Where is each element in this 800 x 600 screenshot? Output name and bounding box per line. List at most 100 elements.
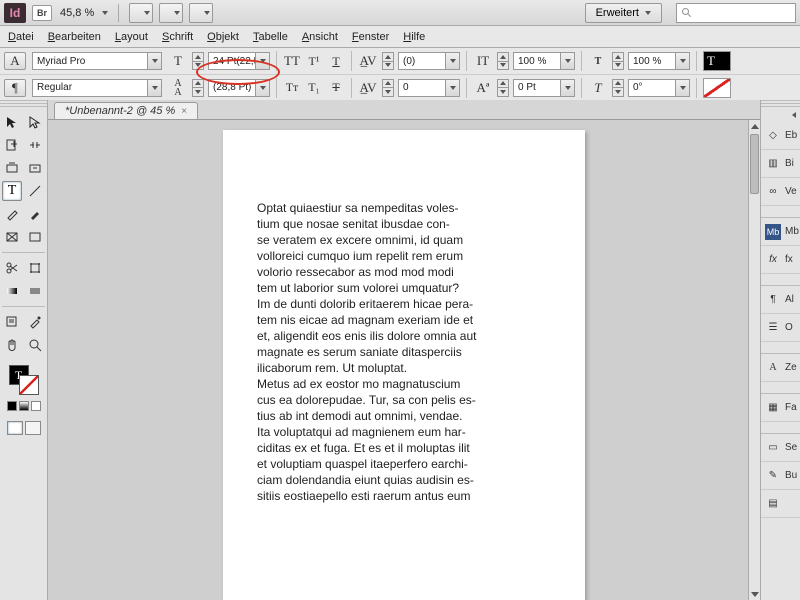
leading-combo[interactable]: (28,8 Pt) (208, 79, 270, 97)
line-tool[interactable] (25, 181, 45, 201)
menu-datei[interactable]: Datei (8, 31, 34, 43)
free-transform-tool[interactable] (25, 258, 45, 278)
font-family-combo[interactable]: Myriad Pro (32, 52, 162, 70)
leading-spinner[interactable] (192, 79, 204, 97)
zoom-tool[interactable] (25, 335, 45, 355)
screen-mode-button[interactable] (159, 3, 183, 23)
panel-handle[interactable] (761, 100, 800, 108)
default-colors[interactable] (7, 401, 41, 411)
kerning-spinner[interactable] (382, 52, 394, 70)
type-tool[interactable]: T (2, 181, 22, 201)
zoom-level[interactable]: 45,8 % (58, 7, 96, 19)
chevron-down-icon[interactable] (102, 11, 108, 15)
content-collector-tool[interactable] (2, 158, 22, 178)
text-stroke-swatch[interactable] (703, 78, 731, 98)
para-toggle-button[interactable]: ¶ (4, 79, 26, 97)
vscale-combo[interactable]: 100 % (628, 52, 690, 70)
text-fill-swatch[interactable]: T (703, 51, 731, 71)
menu-ansicht[interactable]: Ansicht (302, 31, 338, 43)
gap-tool[interactable] (25, 135, 45, 155)
gradient-swatch-tool[interactable] (2, 281, 22, 301)
panel-pages[interactable]: ▭Se (761, 434, 800, 462)
eyedropper-tool[interactable] (25, 312, 45, 332)
hscale-spinner[interactable] (497, 52, 509, 70)
menu-bearbeiten[interactable]: Bearbeiten (48, 31, 101, 43)
font-style-combo[interactable]: Regular (32, 79, 162, 97)
menu-hilfe[interactable]: Hilfe (403, 31, 425, 43)
panel-handle[interactable] (0, 100, 47, 108)
body-text[interactable]: Optat quiaestiur sa nempeditas voles- ti… (257, 200, 551, 504)
skew-spinner[interactable] (612, 79, 624, 97)
selection-tool[interactable] (2, 112, 22, 132)
underline-button[interactable]: T (327, 52, 345, 70)
scroll-down-button[interactable] (749, 588, 760, 600)
panel-label: Eb (785, 130, 797, 141)
search-input[interactable] (676, 3, 796, 23)
panel-styles[interactable]: ✎Bu (761, 462, 800, 490)
close-tab-icon[interactable]: × (181, 106, 187, 117)
char-toggle-button[interactable]: A (4, 52, 26, 70)
baseline-spinner[interactable] (497, 79, 509, 97)
panel-images[interactable]: ▥Bi (761, 150, 800, 178)
font-size-icon: T (168, 52, 188, 70)
font-size-combo[interactable]: 24 Pt(22,5 (208, 52, 270, 70)
allcaps-button[interactable]: TT (283, 52, 301, 70)
arrange-docs-button[interactable] (189, 3, 213, 23)
panel-swatches[interactable]: ▤ (761, 490, 800, 518)
view-options-button[interactable] (129, 3, 153, 23)
note-tool[interactable] (2, 312, 22, 332)
document-tab[interactable]: *Unbenannt-2 @ 45 % × (54, 102, 198, 119)
scroll-thumb[interactable] (750, 134, 759, 194)
bridge-button[interactable]: Br (32, 5, 52, 21)
panel-divider (761, 274, 800, 286)
panel-mini-bridge[interactable]: MbMb (761, 218, 800, 246)
scroll-up-button[interactable] (749, 120, 760, 132)
kerning-combo[interactable]: (0) (398, 52, 460, 70)
menu-tabelle[interactable]: Tabelle (253, 31, 288, 43)
vscale-value: 100 % (629, 56, 675, 67)
panel-label: Mb (785, 226, 799, 237)
gradient-feather-tool[interactable] (25, 281, 45, 301)
vertical-scrollbar[interactable] (748, 120, 760, 600)
rectangle-frame-tool[interactable] (2, 227, 22, 247)
content-placer-tool[interactable] (25, 158, 45, 178)
panel-align[interactable]: ¶Al (761, 286, 800, 314)
skew-combo[interactable]: 0° (628, 79, 690, 97)
smallcaps-button[interactable]: Tᴛ (283, 79, 301, 97)
tracking-combo[interactable]: 0 (398, 79, 460, 97)
view-mode-buttons[interactable] (7, 421, 41, 435)
pencil-tool[interactable] (25, 204, 45, 224)
direct-selection-tool[interactable] (25, 112, 45, 132)
workspace-switcher[interactable]: Erweitert (585, 3, 662, 23)
hand-tool[interactable] (2, 335, 22, 355)
menu-layout[interactable]: Layout (115, 31, 148, 43)
tracking-spinner[interactable] (382, 79, 394, 97)
panel-layers[interactable]: ◇Eb (761, 122, 800, 150)
rectangle-tool[interactable] (25, 227, 45, 247)
app-titlebar: Id Br 45,8 % Erweitert (0, 0, 800, 26)
panel-object[interactable]: ☰O (761, 314, 800, 342)
panel-character[interactable]: AZe (761, 354, 800, 382)
separator (696, 78, 697, 98)
scissors-tool[interactable] (2, 258, 22, 278)
panel-table[interactable]: ▦Fa (761, 394, 800, 422)
subscript-button[interactable]: T₁ (305, 79, 323, 97)
pen-tool[interactable] (2, 204, 22, 224)
superscript-button[interactable]: T¹ (305, 52, 323, 70)
canvas[interactable]: Optat quiaestiur sa nempeditas voles- ti… (48, 120, 760, 600)
font-size-spinner[interactable] (192, 52, 204, 70)
vscale-spinner[interactable] (612, 52, 624, 70)
collapse-dock-button[interactable] (761, 108, 800, 122)
baseline-combo[interactable]: 0 Pt (513, 79, 575, 97)
preview-view-button[interactable] (25, 421, 41, 435)
page-tool[interactable] (2, 135, 22, 155)
panel-links[interactable]: ∞Ve (761, 178, 800, 206)
menu-schrift[interactable]: Schrift (162, 31, 193, 43)
fill-stroke-swatch[interactable]: T (9, 365, 39, 395)
menu-objekt[interactable]: Objekt (207, 31, 239, 43)
normal-view-button[interactable] (7, 421, 23, 435)
menu-fenster[interactable]: Fenster (352, 31, 389, 43)
hscale-combo[interactable]: 100 % (513, 52, 575, 70)
panel-effects[interactable]: fxfx (761, 246, 800, 274)
strikethrough-button[interactable]: T (327, 79, 345, 97)
